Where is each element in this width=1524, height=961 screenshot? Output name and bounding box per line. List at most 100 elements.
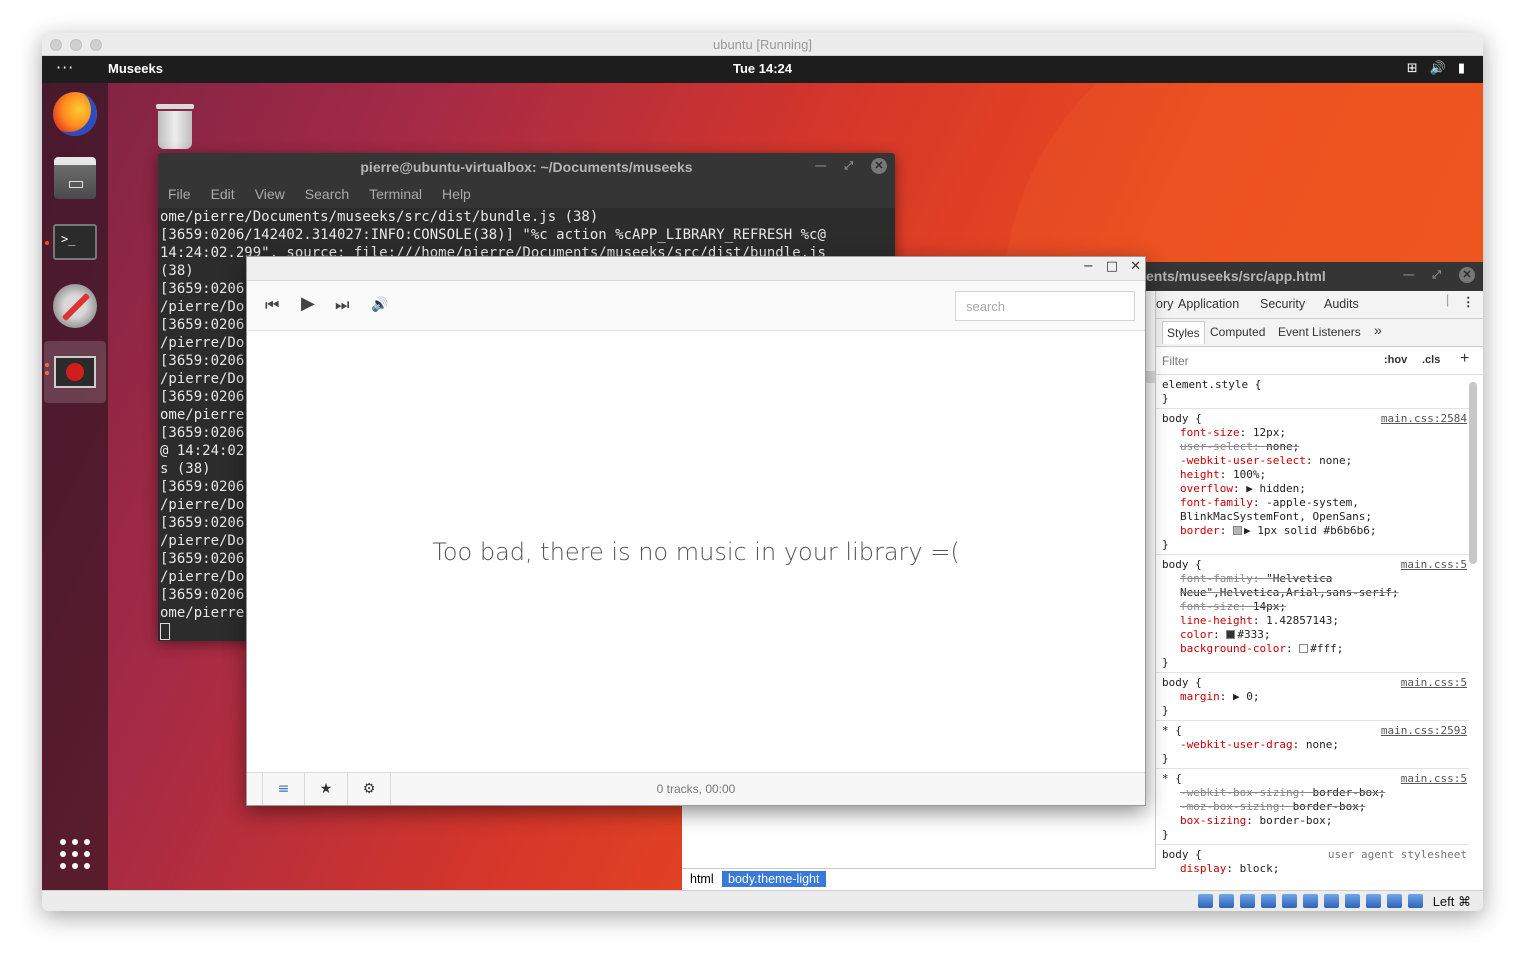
css-property-value: none; [1305, 738, 1339, 751]
css-property-name: -webkit-box-sizing [1180, 786, 1300, 799]
menu-terminal[interactable]: Terminal [369, 186, 422, 204]
next-track-button[interactable]: ⏭ [335, 295, 349, 315]
scroll-thumb[interactable] [1145, 371, 1155, 383]
css-rule[interactable]: element.style {} [1156, 375, 1469, 409]
css-source-link[interactable]: main.css:5 [1401, 558, 1467, 572]
css-property[interactable]: font-size: 12px; [1162, 426, 1465, 440]
css-property[interactable]: -moz-box-sizing: border-box; [1162, 800, 1465, 814]
maximize-icon[interactable]: ⤢ [1432, 269, 1441, 282]
css-property[interactable]: margin: ▶ 0; [1162, 690, 1465, 704]
volume-icon[interactable]: 🔊 [371, 297, 388, 313]
tab-application[interactable]: Application [1178, 297, 1239, 311]
menu-file[interactable]: File [168, 186, 191, 204]
minimize-icon[interactable]: — [1403, 269, 1414, 281]
clock[interactable]: Tue 14:24 [42, 61, 1483, 76]
css-rule[interactable]: * {main.css:2593 -webkit-user-drag: none;… [1156, 721, 1469, 769]
css-rule[interactable]: body {main.css:2584 font-size: 12px; user-… [1156, 409, 1469, 555]
menu-view[interactable]: View [255, 186, 285, 204]
maximize-icon[interactable]: ⤢ [844, 160, 853, 173]
dock-firefox[interactable] [50, 89, 100, 139]
add-rule-button[interactable]: + [1460, 350, 1469, 368]
breadcrumb-body[interactable]: body.theme-light [722, 871, 826, 887]
css-property-value: 1.42857143; [1266, 614, 1339, 627]
close-icon[interactable]: ✕ [1459, 267, 1475, 283]
css-property[interactable]: line-height: 1.42857143; [1162, 614, 1465, 628]
color-swatch[interactable] [1226, 630, 1236, 639]
breadcrumb-html[interactable]: html [684, 871, 720, 887]
shared-folder-icon [1303, 894, 1318, 908]
more-tabs-icon[interactable]: » [1374, 322, 1382, 338]
css-source-link[interactable]: main.css:2584 [1381, 412, 1467, 426]
css-property-value: ▶ hidden; [1246, 482, 1306, 495]
close-icon[interactable]: ✕ [871, 158, 887, 174]
css-source-link[interactable]: main.css:5 [1401, 772, 1467, 786]
css-property[interactable]: display: block; [1162, 862, 1465, 876]
trash-desktop-icon[interactable] [156, 104, 194, 149]
menu-edit[interactable]: Edit [211, 186, 235, 204]
menu-help[interactable]: Help [442, 186, 471, 204]
color-swatch[interactable] [1233, 526, 1242, 535]
cls-toggle[interactable]: .cls [1422, 354, 1440, 366]
tab-computed[interactable]: Computed [1210, 325, 1265, 339]
css-property-name: -moz-box-sizing [1180, 800, 1280, 813]
virtualbox-titlebar: ubuntu [Running] [42, 33, 1483, 56]
window-title: ubuntu [Running] [712, 37, 813, 52]
css-property-name: margin [1180, 876, 1220, 877]
hdd-icon [1198, 894, 1213, 908]
museeks-window: − □ ✕ ⏮ ▶ ⏭ 🔊 Too bad, there is no music… [246, 256, 1146, 806]
css-property-value: border-box; [1292, 800, 1366, 813]
show-applications-button[interactable] [50, 829, 100, 879]
previous-track-button[interactable]: ⏮ [265, 295, 279, 315]
system-tray[interactable]: ⊞ 🔊 ▮ [1407, 61, 1465, 76]
css-rule[interactable]: * {main.css:5 -webkit-box-sizing: border-… [1156, 769, 1469, 845]
css-property[interactable]: background-color: #fff; [1162, 642, 1465, 656]
maximize-icon[interactable]: □ [1106, 259, 1118, 274]
dock-files[interactable] [50, 153, 100, 203]
css-property[interactable]: height: 100%; [1162, 468, 1465, 482]
css-property[interactable]: user-select: none; [1162, 440, 1465, 454]
css-property[interactable]: box-sizing: border-box; [1162, 814, 1465, 828]
divider: | [1446, 293, 1450, 307]
minimize-icon[interactable]: — [815, 160, 826, 172]
css-property-value: #fff; [1310, 642, 1344, 655]
play-button[interactable]: ▶ [301, 293, 315, 314]
device-icons[interactable] [1198, 894, 1423, 908]
css-property[interactable]: overflow: ▶ hidden; [1162, 482, 1465, 496]
tab-styles[interactable]: Styles [1162, 321, 1205, 344]
tab-security[interactable]: Security [1260, 297, 1305, 311]
css-rule[interactable]: body {main.css:5 font-family: "Helvetica … [1156, 555, 1469, 673]
tab-event-listeners[interactable]: Event Listeners [1278, 325, 1361, 339]
css-property[interactable]: border: ▶ 1px solid #b6b6b6; [1162, 524, 1465, 538]
css-property[interactable]: -webkit-user-select: none; [1162, 454, 1465, 468]
css-property[interactable]: color: #333; [1162, 628, 1465, 642]
styles-scrollbar[interactable] [1469, 382, 1477, 564]
search-input[interactable] [955, 291, 1135, 321]
close-icon[interactable]: ✕ [1130, 259, 1141, 274]
menu-search[interactable]: Search [305, 186, 349, 204]
css-property[interactable]: margin: ▶ 8px; [1162, 876, 1465, 877]
css-property[interactable]: font-family: "Helvetica Neue",Helvetica,… [1162, 572, 1465, 600]
css-rule[interactable]: body {user agent stylesheet display: bloc… [1156, 845, 1469, 877]
tab-audits[interactable]: Audits [1324, 297, 1359, 311]
css-property[interactable]: -webkit-user-drag: none; [1162, 738, 1465, 752]
player-footer: ≡ ★ ⚙ 0 tracks, 00:00 [247, 772, 1145, 805]
terminal-title: pierre@ubuntu-virtualbox: ~/Documents/mu… [360, 159, 693, 175]
minimize-icon[interactable]: − [1083, 259, 1094, 274]
css-source-link[interactable]: main.css:5 [1401, 676, 1467, 690]
css-property[interactable]: font-size: 14px; [1162, 600, 1465, 614]
css-property[interactable]: -webkit-box-sizing: border-box; [1162, 786, 1465, 800]
more-options-icon[interactable]: ⋮ [1462, 294, 1475, 309]
terminal-titlebar: pierre@ubuntu-virtualbox: ~/Documents/mu… [158, 153, 895, 182]
usb-icon [1282, 894, 1297, 908]
color-swatch[interactable] [1299, 644, 1309, 653]
dock-software-updater[interactable] [50, 281, 100, 331]
css-source-link[interactable]: main.css:2593 [1381, 724, 1467, 738]
css-property[interactable]: font-family: -apple-system, BlinkMacSyst… [1162, 496, 1465, 524]
dock-museeks[interactable] [44, 341, 106, 403]
dock-terminal[interactable]: >_ [50, 217, 100, 267]
css-rule[interactable]: body {main.css:5 margin: ▶ 0;} [1156, 673, 1469, 721]
filter-input[interactable]: Filter [1162, 354, 1189, 368]
css-property-name: background-color [1180, 642, 1286, 655]
hov-toggle[interactable]: :hov [1384, 354, 1407, 366]
tab-memory[interactable]: ory [1156, 297, 1173, 311]
